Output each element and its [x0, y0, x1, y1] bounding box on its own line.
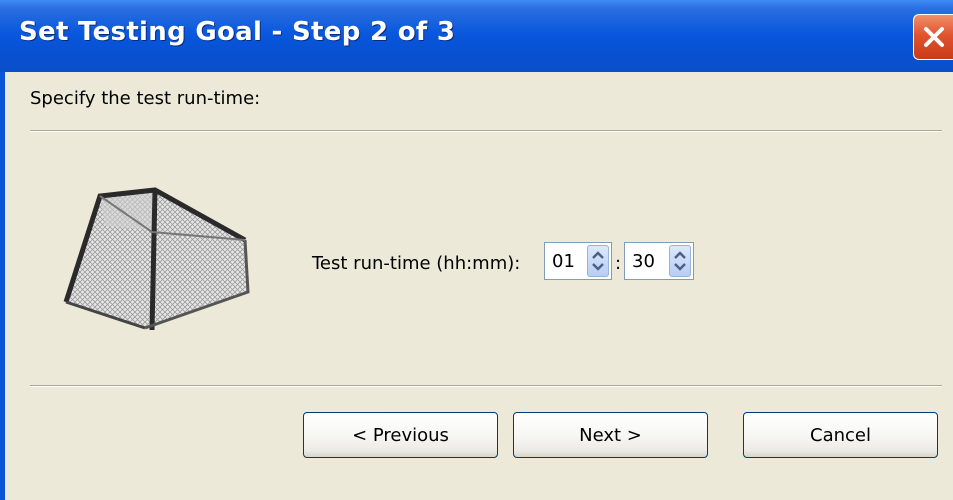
hours-value[interactable]: 01 [552, 251, 575, 272]
cancel-button[interactable]: Cancel [743, 412, 938, 458]
hours-spin-button[interactable] [587, 245, 609, 277]
previous-button[interactable]: < Previous [303, 412, 498, 458]
up-down-arrows-icon [674, 251, 686, 271]
title-bar: Set Testing Goal - Step 2 of 3 [0, 0, 953, 72]
minutes-spin-button[interactable] [669, 245, 691, 277]
soccer-goal-icon [63, 187, 250, 331]
bottom-divider [30, 385, 942, 387]
hours-spinner[interactable]: 01 [544, 242, 612, 280]
top-divider [30, 130, 942, 132]
window-frame-left [0, 72, 5, 500]
instruction-text: Specify the test run-time: [30, 88, 261, 109]
up-down-arrows-icon [592, 251, 604, 271]
next-button[interactable]: Next > [513, 412, 708, 458]
minutes-spinner[interactable]: 30 [624, 242, 694, 280]
window-title: Set Testing Goal - Step 2 of 3 [19, 17, 456, 47]
close-button[interactable] [913, 14, 953, 60]
minutes-value[interactable]: 30 [632, 251, 655, 272]
close-icon [924, 27, 944, 47]
runtime-label: Test run-time (hh:mm): [312, 253, 521, 274]
time-separator: : [615, 253, 622, 274]
